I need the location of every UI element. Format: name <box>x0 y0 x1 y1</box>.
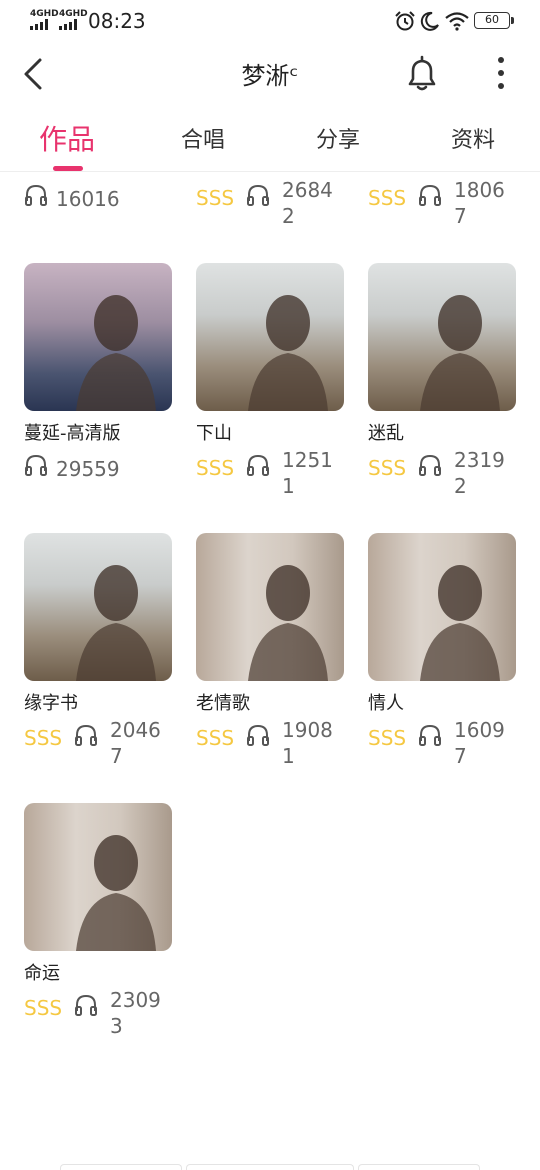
cover-figure-icon <box>248 295 328 411</box>
tab-profile[interactable]: 资料 <box>448 122 498 166</box>
song-card[interactable]: 下山 SSS 12511 <box>196 263 346 523</box>
sss-rating-badge: SSS <box>196 186 235 210</box>
bottom-edge-hint <box>358 1164 480 1170</box>
song-title: 情人 <box>368 693 404 714</box>
play-count: 18067 <box>454 178 505 228</box>
song-cover-image[interactable] <box>24 263 172 411</box>
headphones-icon <box>418 183 442 207</box>
headphones-icon <box>418 723 442 747</box>
active-tab-indicator <box>53 166 83 171</box>
signal-2-label: 4GHD <box>59 9 88 19</box>
song-title: 大眠 <box>368 173 404 175</box>
signal-bars-icon <box>59 19 81 30</box>
bottom-edge-hint <box>60 1164 182 1170</box>
song-title: 心淡-高清版 <box>24 173 121 175</box>
song-card[interactable]: 迷乱 SSS 23192 <box>368 263 518 523</box>
song-cover-image[interactable] <box>368 533 516 681</box>
song-card[interactable]: 蔓延-高清版 29559 <box>24 263 174 523</box>
signal-indicator-2: 4GHD <box>59 10 88 30</box>
cover-figure-icon <box>76 295 156 411</box>
play-count: 26842 <box>282 178 333 228</box>
song-cover-image[interactable] <box>196 263 344 411</box>
moon-icon <box>420 11 439 31</box>
song-title: 迷乱 <box>368 423 404 444</box>
song-card[interactable]: 心淡-高清版 16016 <box>24 173 174 253</box>
cover-figure-icon <box>248 565 328 681</box>
song-card[interactable]: 缘字书 SSS 20467 <box>24 533 174 793</box>
sss-rating-badge: SSS <box>24 726 63 750</box>
song-card[interactable]: 老情歌 SSS 19081 <box>196 533 346 793</box>
headphones-icon <box>24 183 48 207</box>
song-title: 缘字书 <box>24 693 78 714</box>
tab-works[interactable]: 作品 <box>38 118 96 162</box>
header: 梦淅ᶜ <box>0 42 540 106</box>
headphones-icon <box>418 453 442 477</box>
song-card[interactable]: 大眠 SSS 18067 <box>368 173 518 253</box>
song-title: 下山 <box>196 423 232 444</box>
notification-button[interactable] <box>402 54 442 94</box>
signal-bars-icon <box>30 19 52 30</box>
sss-rating-badge: SSS <box>196 456 235 480</box>
status-bar: 4GHD 4GHD 08:23 60 <box>0 0 540 42</box>
song-cover-image[interactable] <box>24 533 172 681</box>
bell-icon <box>408 55 436 91</box>
tab-chorus[interactable]: 合唱 <box>178 122 228 166</box>
play-count: 12511 <box>282 448 333 498</box>
song-title: 蔓延-高清版 <box>24 423 121 444</box>
signal-indicator-1: 4GHD <box>30 10 59 30</box>
play-count: 16016 <box>56 187 120 211</box>
battery-icon: 60 <box>474 12 514 29</box>
sss-rating-badge: SSS <box>368 726 407 750</box>
sss-rating-badge: SSS <box>368 186 407 210</box>
song-title: 命运 <box>24 963 60 984</box>
more-icon <box>498 57 504 89</box>
headphones-icon <box>246 453 270 477</box>
headphones-icon <box>246 723 270 747</box>
tab-share[interactable]: 分享 <box>313 122 363 166</box>
page-title: 梦淅ᶜ <box>241 62 299 90</box>
tab-bar: 作品 合唱 分享 资料 <box>0 112 540 172</box>
headphones-icon <box>74 993 98 1017</box>
cover-figure-icon <box>76 565 156 681</box>
cover-figure-icon <box>76 835 156 951</box>
play-count: 20467 <box>110 718 161 768</box>
play-count: 16097 <box>454 718 505 768</box>
more-button[interactable] <box>486 54 516 94</box>
song-card[interactable]: 最后一个夏天 SSS 26842 <box>196 173 346 253</box>
song-cover-image[interactable] <box>196 533 344 681</box>
cover-figure-icon <box>420 295 500 411</box>
song-cover-image[interactable] <box>368 263 516 411</box>
song-cover-image[interactable] <box>24 803 172 951</box>
signal-1-label: 4GHD <box>30 9 59 19</box>
play-count: 29559 <box>56 457 120 481</box>
play-count: 19081 <box>282 718 333 768</box>
bottom-edge-hint <box>186 1164 354 1170</box>
play-count: 23093 <box>110 988 161 1038</box>
sss-rating-badge: SSS <box>24 996 63 1020</box>
alarm-icon <box>395 11 415 31</box>
sss-rating-badge: SSS <box>368 456 407 480</box>
song-title: 老情歌 <box>196 693 250 714</box>
sss-rating-badge: SSS <box>196 726 235 750</box>
clock-time: 08:23 <box>88 9 146 33</box>
headphones-icon <box>246 183 270 207</box>
song-card[interactable]: 情人 SSS 16097 <box>368 533 518 793</box>
wifi-icon <box>445 12 469 31</box>
headphones-icon <box>74 723 98 747</box>
play-count: 23192 <box>454 448 505 498</box>
works-grid[interactable]: 心淡-高清版 16016 最后一个夏天 SSS 26842 大眠 SSS 18067 蔓延-高清… <box>0 173 540 1170</box>
song-title: 最后一个夏天 <box>196 173 304 175</box>
battery-level: 60 <box>485 13 499 26</box>
song-card[interactable]: 命运 SSS 23093 <box>24 803 174 1063</box>
cover-figure-icon <box>420 565 500 681</box>
headphones-icon <box>24 453 48 477</box>
